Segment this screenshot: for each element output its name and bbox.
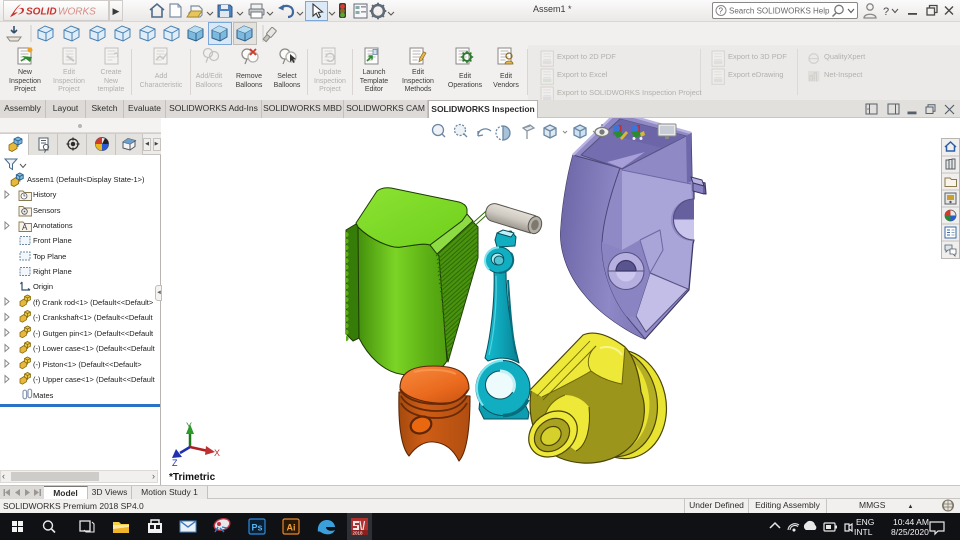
svg-text:Y: Y xyxy=(186,421,192,431)
svg-text:?: ? xyxy=(883,6,889,18)
svg-text:Ai: Ai xyxy=(287,523,296,533)
svg-text:SOLID: SOLID xyxy=(26,7,57,18)
svg-text:?: ? xyxy=(719,7,724,16)
svg-text:X: X xyxy=(214,448,220,458)
svg-text:2018: 2018 xyxy=(353,531,364,536)
svg-text:A: A xyxy=(22,223,28,232)
svg-text:10:44 AM: 10:44 AM xyxy=(893,517,929,527)
svg-text:Z: Z xyxy=(172,458,178,468)
svg-text:Search SOLIDWORKS Help: Search SOLIDWORKS Help xyxy=(729,7,830,16)
svg-text:WORKS: WORKS xyxy=(58,7,96,18)
svg-text:ENG: ENG xyxy=(856,517,874,527)
svg-text:8/25/2020: 8/25/2020 xyxy=(891,527,929,537)
svg-text:INTL: INTL xyxy=(854,527,873,537)
svg-text:Ps: Ps xyxy=(252,523,263,533)
